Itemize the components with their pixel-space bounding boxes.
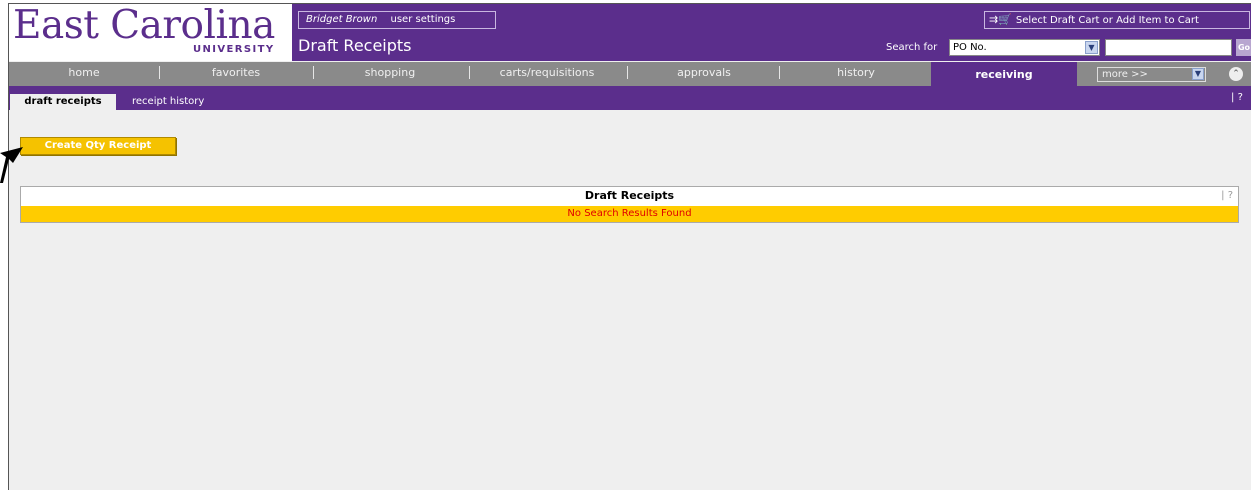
user-settings-link[interactable]: user settings <box>391 14 456 25</box>
nav-separator <box>779 66 780 79</box>
sub-nav: draft receipts receipt history | ? <box>9 86 1251 110</box>
help-label: ? <box>1237 92 1243 103</box>
cart-icon: ⇉🛒 <box>989 13 1012 26</box>
nav-separator <box>159 66 160 79</box>
nav-favorites[interactable]: favorites <box>161 62 311 86</box>
nav-receiving[interactable]: receiving <box>931 62 1077 86</box>
nav-shopping[interactable]: shopping <box>315 62 465 86</box>
table-title: Draft Receipts <box>584 189 675 202</box>
user-box: Bridget Brown user settings <box>298 11 496 29</box>
nav-home[interactable]: home <box>9 62 159 86</box>
nav-separator <box>313 66 314 79</box>
go-button[interactable]: Go <box>1236 39 1251 56</box>
user-name: Bridget Brown <box>306 14 378 25</box>
table-header: Draft Receipts | ? <box>21 187 1238 205</box>
help-link[interactable]: | ? <box>1231 92 1243 103</box>
nav-history[interactable]: history <box>781 62 931 86</box>
no-results-message: No Search Results Found <box>21 206 1238 222</box>
nav-separator <box>627 66 628 79</box>
page-title: Draft Receipts <box>298 36 412 55</box>
nav-carts-requisitions[interactable]: carts/requisitions <box>471 62 623 86</box>
more-label: more >> <box>1102 69 1148 80</box>
header: East Carolina UNIVERSITY Bridget Brown u… <box>9 4 1251 61</box>
pointer-arrow-icon <box>0 147 23 183</box>
collapse-icon[interactable]: ⌃ <box>1229 67 1243 81</box>
select-cart-button[interactable]: ⇉🛒 Select Draft Cart or Add Item to Cart <box>984 11 1250 29</box>
search-input[interactable] <box>1105 39 1232 56</box>
table-help-label: ? <box>1227 190 1233 201</box>
table-help-icon[interactable]: | ? <box>1221 187 1233 205</box>
nav-separator <box>469 66 470 79</box>
cart-label: Select Draft Cart or Add Item to Cart <box>1015 15 1199 26</box>
create-qty-receipt-button[interactable]: Create Qty Receipt <box>20 137 176 155</box>
university-logo[interactable]: East Carolina UNIVERSITY <box>9 4 293 61</box>
search-label: Search for <box>886 42 938 53</box>
search-type-value: PO No. <box>953 42 987 53</box>
more-select[interactable]: more >> ▼ <box>1097 67 1206 82</box>
chevron-down-icon: ▼ <box>1085 41 1098 54</box>
nav-approvals[interactable]: approvals <box>629 62 779 86</box>
app-frame: East Carolina UNIVERSITY Bridget Brown u… <box>8 3 1251 490</box>
search-type-select[interactable]: PO No. ▼ <box>949 39 1100 56</box>
chevron-down-icon: ▼ <box>1192 68 1204 80</box>
main-nav: home favorites shopping carts/requisitio… <box>9 62 1251 86</box>
draft-receipts-table: Draft Receipts | ? No Search Results Fou… <box>20 186 1239 223</box>
tab-draft-receipts[interactable]: draft receipts <box>10 94 116 110</box>
logo-sub-text: UNIVERSITY <box>193 44 275 55</box>
tab-receipt-history[interactable]: receipt history <box>132 94 204 110</box>
logo-main-text: East Carolina <box>13 3 275 48</box>
